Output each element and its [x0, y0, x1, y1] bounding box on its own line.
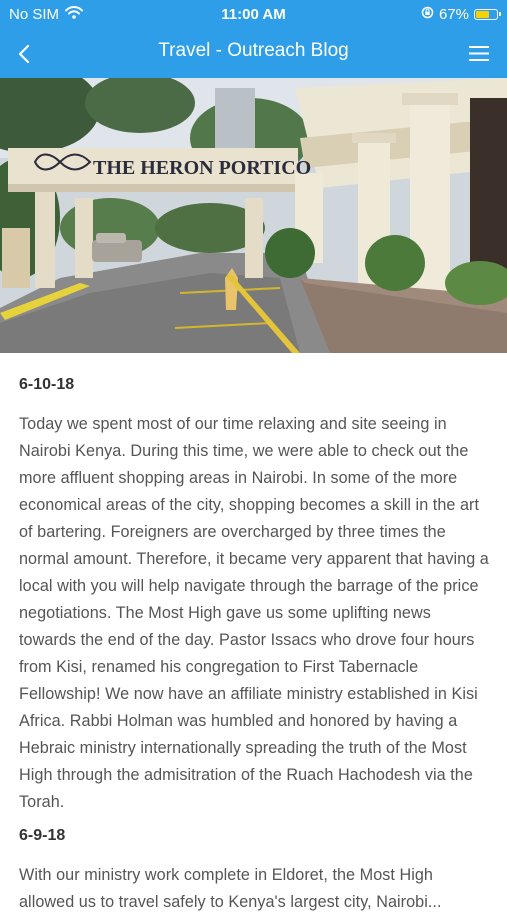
blog-entry: 6-10-18 Today we spent most of our time … — [19, 375, 491, 816]
hero-sign-text: THE HERON PORTICO — [93, 157, 311, 179]
hamburger-menu-icon — [469, 46, 489, 61]
back-button[interactable] — [8, 37, 42, 71]
entry-date: 6-10-18 — [19, 376, 75, 393]
entry-body: With our ministry work complete in Eldor… — [19, 866, 442, 911]
chevron-left-icon — [18, 44, 30, 64]
navigation-bar: Travel - Outreach Blog — [0, 30, 507, 78]
entry-body: Today we spent most of our time relaxing… — [19, 415, 489, 811]
blog-entry: 6-9-18 With our ministry work complete i… — [19, 826, 491, 916]
menu-button[interactable] — [463, 37, 497, 71]
status-right: 67% — [421, 6, 501, 23]
battery-percent: 67% — [438, 6, 469, 23]
orientation-lock-icon — [421, 6, 434, 23]
status-bar: No SIM 11:00 AM 67% — [0, 0, 507, 30]
battery-icon — [474, 9, 501, 20]
entry-date: 6-9-18 — [19, 827, 66, 844]
battery-fill — [476, 11, 490, 18]
hero-image: THE HERON PORTICO — [0, 78, 507, 353]
blog-content: 6-10-18 Today we spent most of our time … — [19, 353, 491, 916]
page-title: Travel - Outreach Blog — [158, 40, 349, 61]
